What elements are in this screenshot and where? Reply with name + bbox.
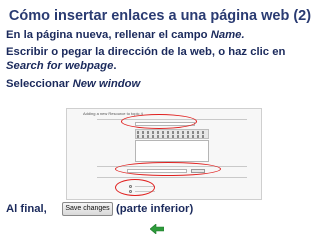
screenshot-divider [97, 177, 247, 178]
screenshot-editor-area [135, 140, 209, 162]
highlight-name-field [121, 114, 197, 129]
final-instruction-suffix: (parte inferior) [116, 203, 194, 215]
instruction-4-text: Seleccionar [6, 78, 73, 90]
instruction-line-2: Escribir o pegar la dirección de la web,… [6, 46, 286, 58]
instruction-1-text: En la página nueva, rellenar el campo [6, 29, 211, 41]
back-arrow-icon[interactable] [150, 224, 164, 234]
instruction-3-period: . [113, 60, 117, 72]
highlight-window-option [115, 179, 155, 196]
save-changes-button[interactable]: Save changes [62, 202, 113, 216]
instruction-3-link: Search for webpage [6, 60, 114, 72]
screenshot-editor-toolbar [135, 129, 209, 139]
final-instruction: Al final, [6, 203, 47, 215]
instruction-line-4: Seleccionar New window [6, 77, 140, 91]
instruction-line-1: En la página nueva, rellenar el campo Na… [6, 28, 245, 42]
highlight-url-field [115, 162, 221, 176]
instruction-4-option: New window [72, 78, 141, 90]
screenshot-toolbar-row-1 [137, 131, 207, 134]
instruction-line-3: Search for webpage. [6, 59, 117, 73]
instruction-1-field: Name. [210, 29, 245, 41]
slide-title: Cómo insertar enlaces a una página web (… [8, 8, 312, 24]
screenshot-toolbar-row-2 [137, 135, 207, 138]
